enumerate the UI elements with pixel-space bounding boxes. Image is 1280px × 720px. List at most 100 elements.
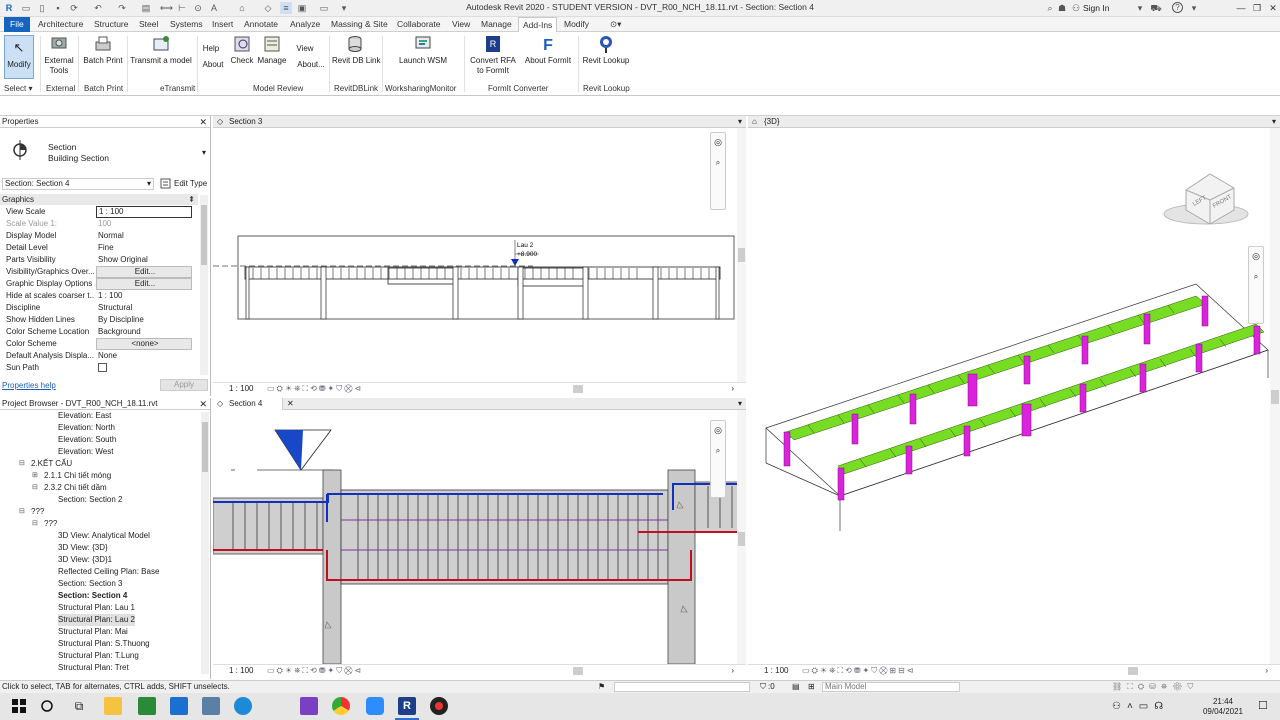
section4-scrollbar[interactable] bbox=[737, 410, 746, 664]
tab-view[interactable]: View bbox=[448, 17, 474, 32]
edit-type-icon[interactable] bbox=[160, 178, 172, 189]
property-row[interactable]: Color Scheme Location Background bbox=[2, 326, 200, 338]
browser-item[interactable]: 3D View: {3D} bbox=[58, 542, 108, 554]
view-menu-icon[interactable]: ▾ bbox=[738, 116, 742, 128]
section3-scale[interactable]: 1 : 100 bbox=[229, 383, 253, 395]
property-row[interactable]: Parts Visibility Show Original bbox=[2, 254, 200, 266]
collapse-node-icon[interactable]: ⊟ bbox=[32, 518, 38, 530]
help-dropdown-icon[interactable]: ▾ bbox=[1188, 2, 1200, 14]
zoom-app-icon[interactable] bbox=[366, 697, 384, 715]
view3d-scale[interactable]: 1 : 100 bbox=[764, 665, 788, 677]
chrome-icon[interactable] bbox=[332, 697, 350, 715]
horizontal-scroll-thumb[interactable] bbox=[1128, 667, 1138, 675]
about-model-review-button[interactable]: About... bbox=[296, 60, 326, 70]
browser-item[interactable]: Elevation: South bbox=[58, 434, 116, 446]
browser-item[interactable]: Reflected Ceiling Plan: Base bbox=[58, 566, 159, 578]
browser-item[interactable]: Elevation: West bbox=[58, 446, 113, 458]
property-edit-button[interactable]: Edit... bbox=[96, 266, 192, 278]
close-properties-icon[interactable]: ✕ bbox=[199, 116, 207, 128]
property-value[interactable]: 100 bbox=[96, 218, 192, 230]
revit-db-link-button[interactable]: Revit DB Link bbox=[332, 34, 380, 66]
visual-studio-icon[interactable] bbox=[300, 697, 318, 715]
view-menu-icon[interactable]: ▾ bbox=[1272, 116, 1276, 128]
property-row[interactable]: Graphic Display Options Edit... bbox=[2, 278, 200, 290]
browser-item[interactable]: 3D View: {3D}1 bbox=[58, 554, 112, 566]
tab-insert[interactable]: Insert bbox=[208, 17, 237, 32]
recorder-icon[interactable] bbox=[430, 697, 448, 715]
launch-wsm-button[interactable]: Launch WSM bbox=[396, 34, 450, 66]
view3d-navigation-bar[interactable]: ◎ ⌕ bbox=[1248, 246, 1264, 324]
horizontal-scroll-thumb[interactable] bbox=[573, 385, 583, 393]
windows-start-icon[interactable] bbox=[10, 697, 28, 715]
browser-item[interactable]: Section: Section 2 bbox=[58, 494, 122, 506]
type-selector-arrow-icon[interactable]: ▾ bbox=[202, 148, 206, 157]
sign-in-dropdown-icon[interactable]: ▾ bbox=[1134, 2, 1146, 14]
property-row[interactable]: Display Model Normal bbox=[2, 230, 200, 242]
property-value[interactable]: Fine bbox=[96, 242, 192, 254]
collapse-node-icon[interactable]: ⊟ bbox=[32, 482, 38, 494]
design-options-icon[interactable]: ⊞ bbox=[808, 681, 815, 693]
browser-item[interactable]: Structural Plan: Mai bbox=[58, 626, 128, 638]
workset-dropdown[interactable] bbox=[614, 682, 750, 692]
search-icon[interactable]: ⌕ bbox=[1044, 2, 1056, 14]
graphics-group-header[interactable]: Graphics ⇞ bbox=[0, 194, 198, 205]
tab-3d-view[interactable]: ⌂ {3D} bbox=[748, 116, 832, 128]
tab-massing-site[interactable]: Massing & Site bbox=[327, 17, 392, 32]
close-section4-icon[interactable]: ✕ bbox=[287, 398, 294, 410]
tab-modify[interactable]: Modify bbox=[560, 17, 593, 32]
view-control-icons[interactable]: ▭⛭☀⛯⛶⟲⛃✦⛉⛒⊲ bbox=[267, 665, 363, 677]
instance-selector[interactable]: Section: Section 4 ▾ bbox=[2, 178, 154, 190]
browser-scrollbar[interactable] bbox=[201, 412, 209, 674]
check-button[interactable]: Check bbox=[229, 34, 255, 66]
sign-in-link[interactable]: Sign In bbox=[1083, 3, 1109, 13]
tab-steel[interactable]: Steel bbox=[135, 17, 162, 32]
section3-canvas[interactable]: Lau 2 +8.900 ◎ ⌕ bbox=[213, 128, 746, 382]
external-tools-button[interactable]: External Tools bbox=[44, 34, 74, 76]
section3-scrollbar[interactable] bbox=[737, 128, 746, 382]
user-icon[interactable]: ⚇ bbox=[1070, 2, 1082, 14]
property-value[interactable]: Show Original bbox=[96, 254, 192, 266]
browser-item[interactable]: Structural Plan: Lau 1 bbox=[58, 602, 135, 614]
property-value[interactable]: None bbox=[96, 350, 192, 362]
apply-button[interactable]: Apply bbox=[160, 379, 208, 391]
property-row[interactable]: Color Scheme <none> bbox=[2, 338, 200, 350]
browser-item[interactable]: Structural Plan: Tret bbox=[58, 662, 129, 674]
zoom-icon[interactable]: ⌕ bbox=[1249, 272, 1263, 282]
section4-canvas[interactable]: ◎ ⌕ bbox=[213, 410, 746, 664]
scroll-right-icon[interactable]: › bbox=[1265, 665, 1268, 677]
collapse-node-icon[interactable]: ⊟ bbox=[19, 458, 25, 470]
tab-annotate[interactable]: Annotate bbox=[240, 17, 282, 32]
worksets-icon[interactable]: ⚑ bbox=[598, 681, 605, 693]
notification-icon[interactable]: ☐ bbox=[1258, 699, 1268, 712]
browser-item[interactable]: ??? bbox=[31, 506, 44, 518]
view-menu-icon[interactable]: ▾ bbox=[738, 398, 742, 410]
mail-icon[interactable] bbox=[170, 697, 188, 715]
section3-navigation-bar[interactable]: ◎ ⌕ bbox=[710, 132, 726, 210]
tab-collaborate[interactable]: Collaborate bbox=[393, 17, 444, 32]
scroll-right-icon[interactable]: › bbox=[731, 665, 734, 677]
tab-add-ins[interactable]: Add-Ins bbox=[518, 17, 558, 32]
property-value[interactable]: Background bbox=[96, 326, 192, 338]
browser-item[interactable]: Structural Plan: Lau 2 bbox=[58, 614, 135, 626]
close-button[interactable]: ✕ bbox=[1264, 1, 1280, 15]
transmit-model-button[interactable]: Transmit a model bbox=[129, 34, 193, 66]
select-dropdown[interactable]: Select ▾ bbox=[4, 84, 32, 93]
help-button[interactable]: Help bbox=[200, 44, 222, 54]
settings-app-icon[interactable] bbox=[202, 697, 220, 715]
zoom-icon[interactable]: ⌕ bbox=[711, 158, 725, 168]
property-value[interactable]: Normal bbox=[96, 230, 192, 242]
view-button[interactable]: View bbox=[292, 44, 318, 54]
properties-help-link[interactable]: Properties help bbox=[2, 381, 56, 390]
contextual-tab-toggle-icon[interactable]: ⊙▾ bbox=[606, 17, 625, 32]
browser-item[interactable]: Section: Section 4 bbox=[58, 590, 127, 602]
view-control-icons[interactable]: ▭⛭☀⛯⛶⟲⛃✦⛉⛒⊲ bbox=[267, 383, 363, 395]
browser-item[interactable]: 2.3.2 Chi tiết dầm bbox=[44, 482, 107, 494]
section4-scale[interactable]: 1 : 100 bbox=[229, 665, 253, 677]
tab-manage[interactable]: Manage bbox=[477, 17, 516, 32]
close-browser-icon[interactable]: ✕ bbox=[199, 398, 207, 410]
store-icon[interactable] bbox=[138, 697, 156, 715]
cart-icon[interactable]: ⛟ bbox=[1150, 2, 1162, 14]
property-row[interactable]: Hide at scales coarser t... 1 : 100 bbox=[2, 290, 200, 302]
browser-item[interactable]: Section: Section 3 bbox=[58, 578, 122, 590]
help-icon[interactable]: ? bbox=[1172, 2, 1183, 13]
